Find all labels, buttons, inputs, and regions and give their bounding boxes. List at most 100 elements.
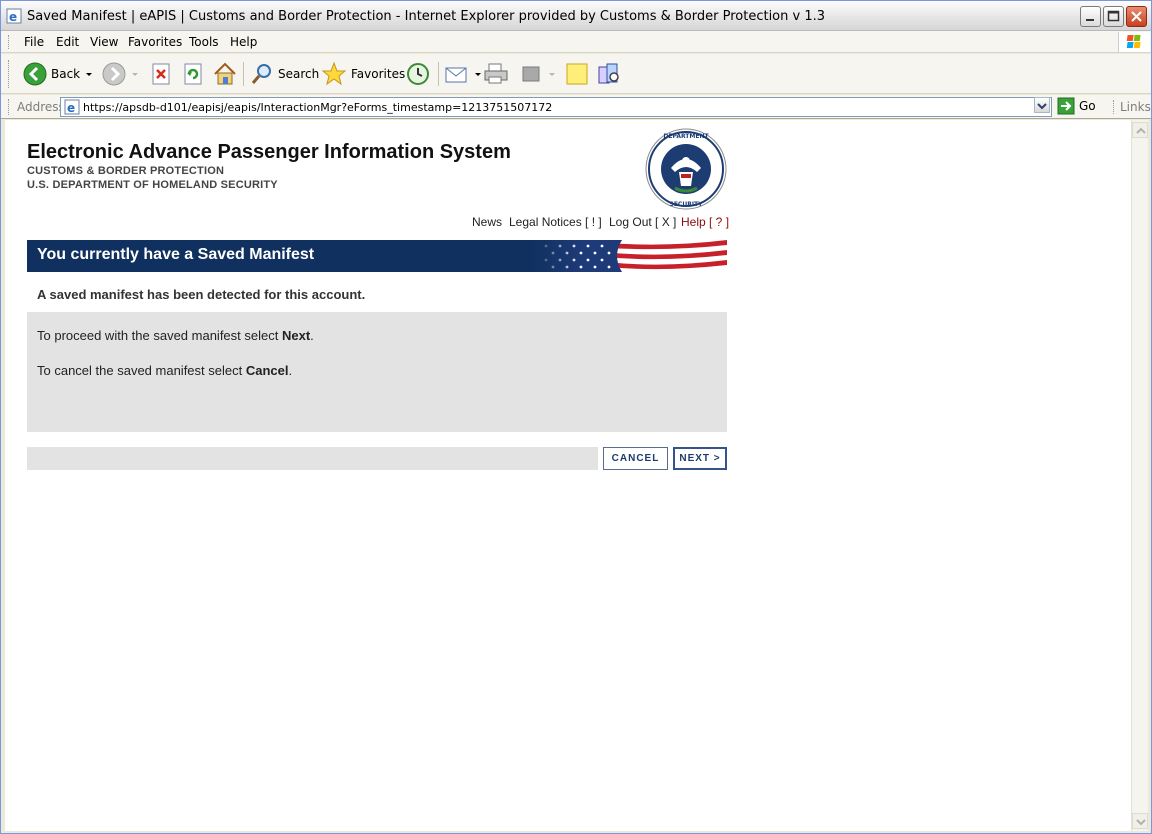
address-label: Address bbox=[17, 100, 65, 114]
menu-file[interactable]: File bbox=[24, 35, 44, 49]
toolbar-grip[interactable] bbox=[8, 60, 11, 88]
page-title: Electronic Advance Passenger Information… bbox=[27, 141, 511, 163]
window-title: Saved Manifest | eAPIS | Customs and Bor… bbox=[27, 9, 826, 24]
agency-line-dhs: U.S. DEPARTMENT OF HOMELAND SECURITY bbox=[27, 179, 278, 191]
action-bar bbox=[27, 447, 598, 470]
minimize-icon bbox=[1086, 19, 1094, 21]
mail-icon bbox=[445, 67, 467, 83]
instructions-panel: To proceed with the saved manifest selec… bbox=[27, 312, 727, 432]
address-dropdown[interactable] bbox=[1034, 97, 1050, 113]
forward-arrow-icon bbox=[102, 62, 126, 86]
links-toolbar[interactable]: Links bbox=[1113, 100, 1151, 114]
agency-line-cbp: CUSTOMS & BORDER PROTECTION bbox=[27, 165, 225, 177]
us-flag-icon bbox=[532, 240, 727, 272]
home-icon bbox=[214, 62, 236, 85]
close-button[interactable] bbox=[1126, 6, 1147, 27]
chevron-down-icon[interactable] bbox=[130, 69, 140, 79]
menu-view[interactable]: View bbox=[90, 35, 118, 49]
banner-title: You currently have a Saved Manifest bbox=[37, 246, 315, 263]
search-icon bbox=[251, 64, 271, 84]
address-bar: Address e https://apsdb-d101/eapisj/eapi… bbox=[1, 95, 1151, 119]
discuss-button[interactable] bbox=[564, 60, 590, 88]
mail-button[interactable] bbox=[444, 60, 482, 88]
go-label: Go bbox=[1079, 99, 1096, 113]
chevron-down-icon[interactable] bbox=[547, 69, 557, 79]
toolbar-separator bbox=[438, 62, 439, 86]
saved-manifest-message: A saved manifest has been detected for t… bbox=[37, 287, 366, 302]
menu-tools[interactable]: Tools bbox=[189, 35, 219, 49]
stop-button[interactable] bbox=[150, 60, 172, 88]
history-button[interactable] bbox=[405, 60, 431, 88]
svg-text:SECURITY: SECURITY bbox=[670, 201, 704, 208]
maximize-icon bbox=[1107, 10, 1120, 22]
cancel-button[interactable]: CANCEL bbox=[603, 447, 668, 470]
proceed-instruction: To proceed with the saved manifest selec… bbox=[37, 328, 314, 343]
cancel-instruction: To cancel the saved manifest select Canc… bbox=[37, 363, 292, 378]
menu-favorites[interactable]: Favorites bbox=[128, 35, 182, 49]
history-icon bbox=[407, 63, 429, 85]
chevron-down-icon[interactable] bbox=[84, 69, 94, 79]
address-input[interactable]: e https://apsdb-d101/eapisj/eapis/Intera… bbox=[60, 97, 1052, 117]
address-url[interactable]: https://apsdb-d101/eapisj/eapis/Interact… bbox=[83, 101, 552, 114]
edit-page-icon bbox=[522, 66, 540, 82]
browser-window: e Saved Manifest | eAPIS | Customs and B… bbox=[0, 0, 1152, 834]
period: . bbox=[288, 363, 293, 378]
address-grip[interactable] bbox=[8, 99, 11, 115]
section-banner: You currently have a Saved Manifest bbox=[27, 240, 727, 272]
next-button[interactable]: NEXT > bbox=[673, 447, 727, 470]
ie-page-icon: e bbox=[64, 99, 80, 115]
standard-toolbar: Back Search Favorites bbox=[1, 54, 1151, 94]
refresh-icon bbox=[184, 63, 202, 85]
back-arrow-icon bbox=[23, 62, 47, 86]
svg-text:e: e bbox=[9, 10, 17, 24]
printer-icon bbox=[484, 63, 508, 84]
chevron-down-icon[interactable] bbox=[474, 69, 482, 79]
maximize-button[interactable] bbox=[1103, 6, 1124, 27]
scroll-up-button[interactable] bbox=[1132, 122, 1148, 138]
vertical-scrollbar[interactable] bbox=[1131, 120, 1148, 831]
menu-help[interactable]: Help bbox=[230, 35, 257, 49]
search-button[interactable]: Search bbox=[250, 60, 319, 88]
home-button[interactable] bbox=[212, 60, 238, 88]
note-icon bbox=[566, 63, 588, 85]
stop-icon bbox=[152, 63, 170, 85]
chevron-down-icon bbox=[1136, 819, 1146, 826]
chevron-up-icon bbox=[1136, 127, 1146, 134]
title-bar: e Saved Manifest | eAPIS | Customs and B… bbox=[1, 1, 1151, 31]
edit-button[interactable] bbox=[519, 60, 557, 88]
go-button[interactable]: Go bbox=[1057, 97, 1096, 115]
messenger-button[interactable] bbox=[597, 60, 623, 88]
logout-link[interactable]: Log Out [ X ] bbox=[609, 215, 676, 229]
star-icon bbox=[321, 61, 347, 86]
forward-button[interactable] bbox=[102, 60, 140, 88]
dhs-seal-icon: DEPARTMENT SECURITY bbox=[645, 128, 727, 210]
proceed-action: Next bbox=[281, 328, 311, 343]
chevron-down-icon bbox=[1037, 103, 1047, 110]
menu-grip[interactable] bbox=[8, 35, 11, 49]
toolbar-separator bbox=[243, 62, 244, 86]
favorites-label: Favorites bbox=[351, 67, 406, 81]
back-label: Back bbox=[51, 67, 81, 81]
news-link[interactable]: News bbox=[472, 215, 502, 229]
svg-text:DEPARTMENT: DEPARTMENT bbox=[663, 133, 709, 140]
ie-page-icon: e bbox=[6, 8, 22, 24]
menu-bar: File Edit View Favorites Tools Help bbox=[1, 31, 1151, 53]
proceed-text: To proceed with the saved manifest selec… bbox=[37, 328, 282, 343]
windows-flag-icon bbox=[1126, 35, 1141, 48]
print-button[interactable] bbox=[483, 60, 509, 88]
cancel-action: Cancel bbox=[245, 363, 289, 378]
search-label: Search bbox=[278, 67, 320, 81]
favorites-button[interactable]: Favorites bbox=[321, 60, 405, 88]
go-arrow-icon bbox=[1057, 97, 1075, 115]
minimize-button[interactable] bbox=[1080, 6, 1101, 27]
back-button[interactable]: Back bbox=[23, 60, 94, 88]
menu-edit[interactable]: Edit bbox=[56, 35, 79, 49]
close-icon bbox=[1131, 11, 1142, 22]
scroll-down-button[interactable] bbox=[1132, 813, 1148, 829]
period: . bbox=[310, 328, 314, 343]
refresh-button[interactable] bbox=[182, 60, 204, 88]
research-icon bbox=[598, 63, 619, 84]
page-viewport: Electronic Advance Passenger Information… bbox=[5, 120, 1131, 831]
legal-notices-link[interactable]: Legal Notices [ ! ] bbox=[509, 215, 602, 229]
help-link[interactable]: Help [ ? ] bbox=[681, 215, 729, 229]
